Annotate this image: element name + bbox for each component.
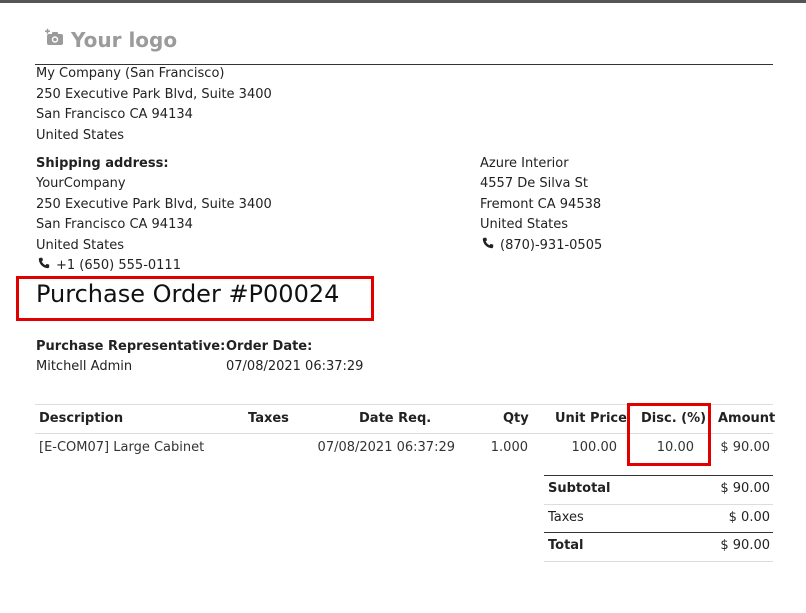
order-date-label: Order Date:	[226, 339, 313, 354]
vendor-street: 4557 De Silva St	[480, 176, 588, 191]
col-header-amount: Amount	[718, 411, 776, 426]
subtotal-label: Subtotal	[548, 481, 611, 496]
vendor-city: Fremont CA 94538	[480, 197, 602, 212]
subtotal-rule	[544, 504, 773, 505]
shipping-phone: +1 (650) 555-0111	[38, 256, 181, 276]
vendor-country: United States	[480, 217, 569, 232]
company-city: San Francisco CA 94134	[36, 107, 193, 122]
col-header-unit-price: Unit Price	[555, 411, 627, 426]
logo-text: Your logo	[71, 28, 178, 52]
taxes-label: Taxes	[548, 510, 584, 525]
company-name: My Company (San Francisco)	[36, 66, 225, 81]
subtotal-top-rule	[544, 475, 773, 476]
shipping-street: 250 Executive Park Blvd, Suite 3400	[36, 197, 272, 212]
row-description: [E-COM07] Large Cabinet	[39, 440, 205, 455]
company-street: 250 Executive Park Blvd, Suite 3400	[36, 87, 272, 102]
total-value: $ 90.00	[720, 538, 770, 553]
camera-plus-icon	[45, 28, 71, 52]
phone-icon	[38, 256, 56, 276]
vendor-phone: (870)-931-0505	[482, 236, 602, 256]
col-header-description: Description	[39, 411, 124, 426]
shipping-label: Shipping address:	[36, 156, 169, 171]
col-header-date-req: Date Req.	[359, 411, 432, 426]
top-border	[0, 0, 806, 3]
order-date-value: 07/08/2021 06:37:29	[226, 359, 364, 374]
col-header-qty: Qty	[503, 411, 529, 426]
purchase-rep-value: Mitchell Admin	[36, 359, 133, 374]
row-qty: 1.000	[490, 440, 528, 455]
disc-highlight-box	[627, 403, 711, 466]
total-bottom-rule	[544, 561, 773, 562]
title-highlight-box	[16, 276, 374, 321]
purchase-rep-label: Purchase Representative:	[36, 339, 226, 354]
total-label: Total	[548, 538, 584, 553]
shipping-country: United States	[36, 238, 125, 253]
subtotal-value: $ 90.00	[720, 481, 770, 496]
total-top-rule	[544, 532, 773, 533]
taxes-value: $ 0.00	[728, 510, 770, 525]
vendor-phone-text: (870)-931-0505	[500, 238, 603, 253]
row-date-req: 07/08/2021 06:37:29	[317, 440, 455, 455]
shipping-name: YourCompany	[36, 176, 126, 191]
row-unit-price: 100.00	[571, 440, 618, 455]
vendor-name: Azure Interior	[480, 156, 569, 171]
logo: Your logo	[45, 28, 177, 52]
col-header-taxes: Taxes	[248, 411, 289, 426]
shipping-city: San Francisco CA 94134	[36, 217, 193, 232]
company-country: United States	[36, 128, 125, 143]
shipping-phone-text: +1 (650) 555-0111	[56, 258, 181, 273]
phone-icon	[482, 236, 500, 256]
